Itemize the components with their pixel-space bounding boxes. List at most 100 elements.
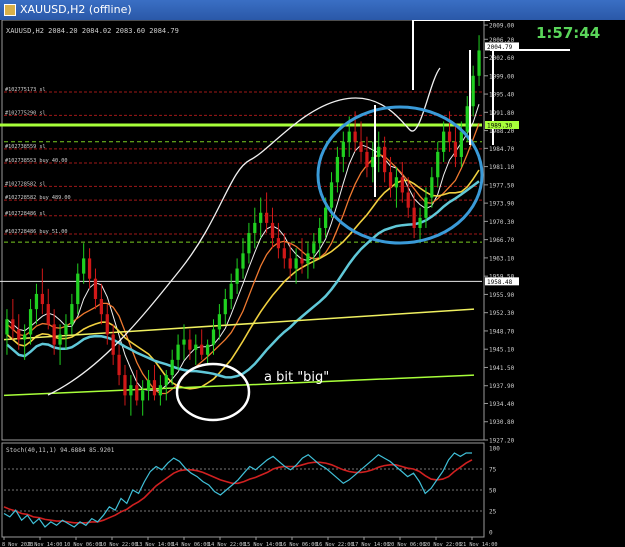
candle-down[interactable] xyxy=(46,304,50,325)
time-tick-label: 16 Nov 06:00 xyxy=(280,542,317,547)
candle-up[interactable] xyxy=(259,212,263,223)
candle-up[interactable] xyxy=(341,141,345,157)
candle-down[interactable] xyxy=(93,278,98,299)
candle-down[interactable] xyxy=(123,375,127,396)
candle-up[interactable] xyxy=(430,177,434,198)
candle-up[interactable] xyxy=(70,304,74,325)
candle-down[interactable] xyxy=(17,329,21,340)
candle-down[interactable] xyxy=(11,319,15,330)
price-tick-label: 1952.30 xyxy=(489,310,515,317)
candle-up[interactable] xyxy=(459,131,463,157)
candle-up[interactable] xyxy=(141,390,145,401)
candle-up[interactable] xyxy=(436,151,440,178)
candle-down[interactable] xyxy=(353,131,357,142)
candle-up[interactable] xyxy=(471,75,475,107)
candle-down[interactable] xyxy=(447,131,452,142)
candle-down[interactable] xyxy=(117,354,121,376)
candle-up[interactable] xyxy=(217,314,222,330)
candle-up[interactable] xyxy=(253,222,257,234)
candle-down[interactable] xyxy=(99,298,103,315)
candle-up[interactable] xyxy=(312,243,316,254)
candle-down[interactable] xyxy=(359,141,363,152)
candle-down[interactable] xyxy=(52,324,56,345)
candle-down[interactable] xyxy=(276,238,281,249)
candle-up[interactable] xyxy=(76,273,80,305)
candle-up[interactable] xyxy=(347,131,351,142)
candle-up[interactable] xyxy=(28,309,33,335)
price-tick-label: 1991.80 xyxy=(489,110,515,117)
candle-up[interactable] xyxy=(164,375,168,386)
price-tick-label: 1970.30 xyxy=(489,219,515,226)
candle-down[interactable] xyxy=(406,192,410,208)
time-tick-label: 15 Nov 14:00 xyxy=(244,542,281,547)
candle-up[interactable] xyxy=(241,253,245,269)
candle-up[interactable] xyxy=(323,207,328,228)
window-title-bar[interactable]: XAUUSD,H2 (offline) xyxy=(0,0,625,20)
candle-down[interactable] xyxy=(87,258,92,279)
candle-down[interactable] xyxy=(453,141,458,157)
candle-up[interactable] xyxy=(176,344,180,360)
candle-up[interactable] xyxy=(23,334,27,340)
time-tick-label: 17 Nov 14:00 xyxy=(352,542,389,547)
candle-up[interactable] xyxy=(211,329,216,345)
candle-up[interactable] xyxy=(318,227,322,244)
candle-up[interactable] xyxy=(223,298,227,315)
candle-up[interactable] xyxy=(477,50,481,76)
line-price-label: 1958.48 xyxy=(487,279,513,286)
order-label: #102738553 buy 40.00 xyxy=(5,158,67,164)
candle-down[interactable] xyxy=(300,258,304,264)
candle-up[interactable] xyxy=(235,268,239,284)
candle-up[interactable] xyxy=(170,359,174,376)
candle-up[interactable] xyxy=(205,344,210,355)
price-tick-label: 1927.20 xyxy=(489,438,515,445)
price-chart[interactable]: #102775173 sl #102775290 sl #102738559 sl #… xyxy=(0,20,625,547)
candle-up[interactable] xyxy=(294,258,298,269)
candle-down[interactable] xyxy=(135,385,139,401)
candle-down[interactable] xyxy=(40,293,44,305)
candle-up[interactable] xyxy=(465,106,469,132)
candle-down[interactable] xyxy=(400,177,404,193)
candle-down[interactable] xyxy=(270,222,275,239)
candle-up[interactable] xyxy=(371,156,375,168)
candle-down[interactable] xyxy=(365,151,369,168)
candle-up[interactable] xyxy=(247,233,251,254)
candle-down[interactable] xyxy=(288,258,292,269)
window-title: XAUUSD,H2 (offline) xyxy=(20,3,132,16)
candle-up[interactable] xyxy=(442,131,446,152)
candle-up[interactable] xyxy=(194,344,198,350)
candle-down[interactable] xyxy=(105,314,109,335)
candle-up[interactable] xyxy=(64,324,68,335)
candle-up[interactable] xyxy=(82,258,86,274)
candle-down[interactable] xyxy=(282,248,286,259)
candle-up[interactable] xyxy=(329,182,334,208)
time-tick-label: 14 Nov 22:00 xyxy=(208,542,245,547)
candle-down[interactable] xyxy=(264,212,269,223)
candle-down[interactable] xyxy=(412,207,416,228)
candle-up[interactable] xyxy=(5,319,9,335)
chart-background xyxy=(0,20,625,547)
time-tick-label: 10 Nov 06:00 xyxy=(64,542,101,547)
candle-up[interactable] xyxy=(335,156,340,183)
price-tick-label: 1977.50 xyxy=(489,182,515,189)
candle-up[interactable] xyxy=(229,283,233,299)
candle-down[interactable] xyxy=(383,146,387,173)
candle-down[interactable] xyxy=(388,172,393,188)
candle-down[interactable] xyxy=(200,344,204,355)
time-tick-label: 20 Nov 22:00 xyxy=(424,542,461,547)
price-tick-label: 1995.40 xyxy=(489,92,515,99)
candle-up[interactable] xyxy=(158,385,163,396)
candle-down[interactable] xyxy=(152,380,157,396)
candle-down[interactable] xyxy=(111,334,115,355)
candle-up[interactable] xyxy=(129,385,133,396)
candle-up[interactable] xyxy=(146,380,151,391)
candle-up[interactable] xyxy=(394,177,399,188)
candle-up[interactable] xyxy=(418,217,422,228)
time-tick-label: 14 Nov 06:00 xyxy=(172,542,209,547)
candle-down[interactable] xyxy=(188,339,192,350)
candle-up[interactable] xyxy=(58,334,62,345)
candle-up[interactable] xyxy=(306,253,310,264)
candle-up[interactable] xyxy=(34,293,39,310)
candle-up[interactable] xyxy=(424,197,428,218)
candle-up[interactable] xyxy=(182,339,186,345)
candle-up[interactable] xyxy=(377,146,381,157)
